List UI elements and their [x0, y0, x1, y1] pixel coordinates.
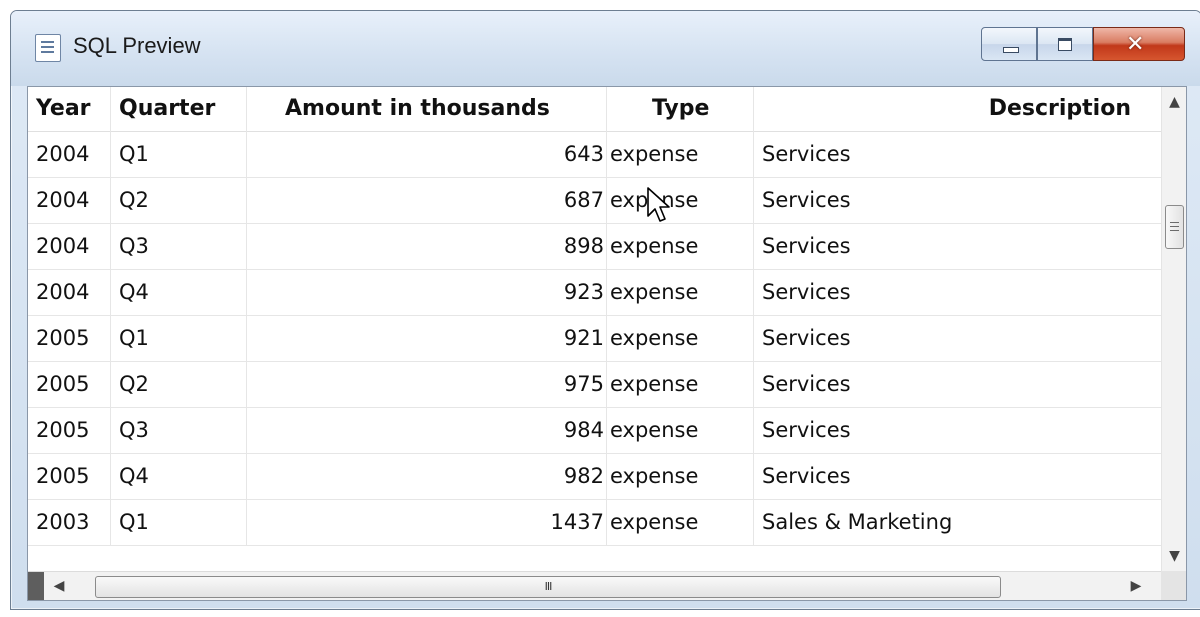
column-header-quarter[interactable]: Quarter [111, 87, 247, 131]
table-header: Year Quarter Amount in thousands Type Descri… [28, 87, 1161, 132]
cell-quarter: Q2 [111, 361, 247, 407]
cell-type: expense [607, 269, 754, 315]
close-icon: ✕ [1126, 32, 1145, 57]
cell-year: 2005 [28, 453, 111, 499]
sql-preview-window: SQL Preview ✕ Year Quarter Amount in thous… [10, 10, 1200, 610]
table-row[interactable]: 2004 Q4 923 expense Services [28, 269, 1161, 316]
cell-description: Services [762, 234, 851, 258]
cell-description: Services [762, 280, 851, 304]
cell-type: expense [607, 407, 754, 453]
cell-description: Services [762, 464, 851, 488]
horizontal-scrollbar[interactable]: ◀ III ▶ [28, 571, 1161, 600]
cell-amount: 975 [247, 361, 607, 407]
cell-type: expense [607, 499, 754, 545]
cell-year: 2005 [28, 361, 111, 407]
cell-quarter: Q1 [111, 315, 247, 361]
scroll-left-arrow-icon[interactable]: ◀ [44, 572, 74, 600]
maximize-icon [1058, 38, 1072, 51]
scroll-down-arrow-icon[interactable]: ▼ [1162, 541, 1186, 571]
cell-description: Services [762, 372, 851, 396]
table-row[interactable]: 2004 Q3 898 expense Services [28, 223, 1161, 270]
cell-type: expense [607, 223, 754, 269]
cell-quarter: Q2 [111, 177, 247, 223]
results-table: Year Quarter Amount in thousands Type Descri… [28, 87, 1161, 571]
cell-amount: 687 [247, 177, 607, 223]
close-button[interactable]: ✕ [1093, 27, 1185, 61]
cell-year: 2005 [28, 315, 111, 361]
scroll-up-arrow-icon[interactable]: ▲ [1162, 87, 1186, 117]
minimize-button[interactable] [981, 27, 1037, 61]
cell-amount: 982 [247, 453, 607, 499]
cell-quarter: Q4 [111, 269, 247, 315]
cell-year: 2004 [28, 223, 111, 269]
table-row[interactable]: 2005 Q2 975 expense Services [28, 361, 1161, 408]
cell-amount: 898 [247, 223, 607, 269]
cell-amount: 921 [247, 315, 607, 361]
cell-amount: 984 [247, 407, 607, 453]
cell-quarter: Q4 [111, 453, 247, 499]
cell-type: expense [607, 315, 754, 361]
cell-type: expense [607, 177, 754, 223]
cell-year: 2003 [28, 499, 111, 545]
cell-description: Services [762, 142, 851, 166]
column-header-type[interactable]: Type [607, 87, 754, 131]
table-row[interactable]: 2004Q2687expense Services [28, 177, 1161, 224]
scrollbar-corner [1161, 571, 1186, 600]
table-row[interactable]: 2005 Q3 984 expense Services [28, 407, 1161, 454]
cell-description: Services [762, 418, 851, 442]
cell-quarter: Q3 [111, 223, 247, 269]
cell-year: 2005 [28, 407, 111, 453]
scroll-track-edge [28, 572, 44, 600]
mouse-pointer-icon [647, 187, 670, 222]
cell-year: 2004 [28, 177, 111, 223]
vertical-scrollbar[interactable]: ▲ ▼ [1161, 87, 1186, 571]
cell-year: 2004 [28, 131, 111, 177]
cell-quarter: Q3 [111, 407, 247, 453]
title-bar[interactable]: SQL Preview ✕ [11, 11, 1200, 86]
cell-description: Services [762, 188, 851, 212]
cell-description: Sales & Marketing [762, 510, 953, 534]
cell-amount: 923 [247, 269, 607, 315]
document-list-icon [35, 34, 61, 62]
minimize-icon [1003, 47, 1019, 53]
cell-description: Services [762, 326, 851, 350]
column-header-description[interactable]: Description [754, 87, 1161, 131]
table-row[interactable]: 2005 Q4 982 expense Services [28, 453, 1161, 500]
table-row[interactable]: 2004 Q1 643 expense Services [28, 131, 1161, 178]
vertical-scroll-thumb[interactable] [1165, 205, 1184, 249]
results-grid-panel: Year Quarter Amount in thousands Type Descri… [27, 86, 1187, 601]
window-title: SQL Preview [73, 33, 201, 58]
scroll-right-arrow-icon[interactable]: ▶ [1121, 572, 1151, 600]
cell-amount: 1437 [247, 499, 607, 545]
cell-quarter: Q1 [111, 499, 247, 545]
cell-year: 2004 [28, 269, 111, 315]
cell-type: expense [607, 361, 754, 407]
cell-type: expense [607, 131, 754, 177]
table-row[interactable]: 2005 Q1 921 expense Services [28, 315, 1161, 362]
horizontal-scroll-thumb[interactable]: III [95, 576, 1001, 598]
cell-type: expense [607, 453, 754, 499]
column-header-year[interactable]: Year [28, 87, 111, 131]
column-header-amount[interactable]: Amount in thousands [247, 87, 607, 131]
table-row[interactable]: 2003 Q1 1437 expense Sales & Marketing [28, 499, 1161, 546]
cell-amount: 643 [247, 131, 607, 177]
maximize-button[interactable] [1037, 27, 1093, 61]
cell-quarter: Q1 [111, 131, 247, 177]
